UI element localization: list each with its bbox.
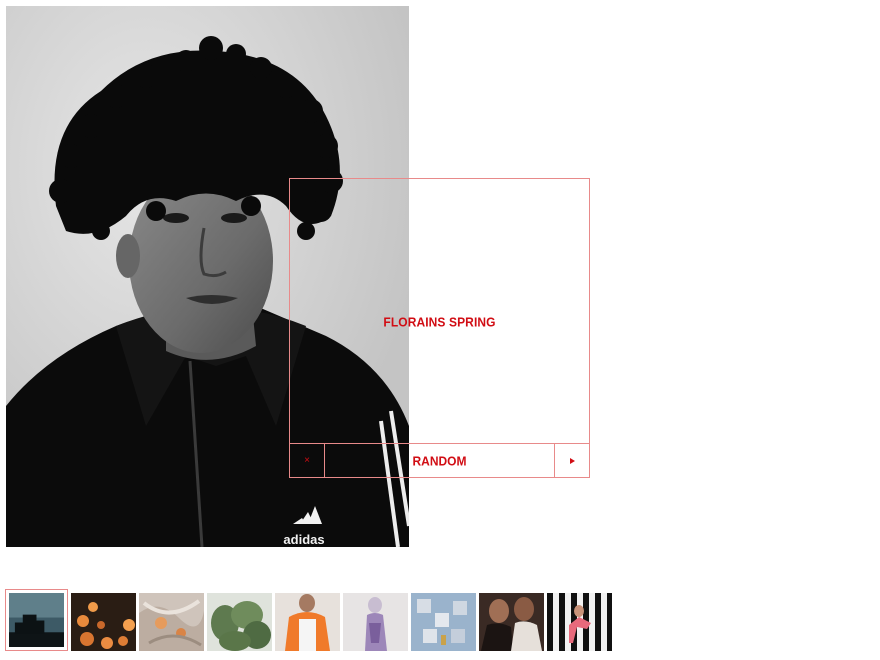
thumb-orange-jacket[interactable]: [275, 593, 340, 651]
thumb-plants[interactable]: [207, 593, 272, 651]
thumb-plastic-bags[interactable]: [139, 593, 204, 651]
random-button[interactable]: RANDOM: [325, 443, 554, 479]
adidas-wordmark: adidas: [283, 532, 324, 547]
thumb-architecture[interactable]: [411, 593, 476, 651]
stage: adidas FLORAINS SPRING × RANDOM: [0, 0, 880, 660]
info-card: FLORAINS SPRING × RANDOM: [289, 178, 590, 478]
close-button[interactable]: ×: [290, 444, 325, 477]
close-icon: ×: [304, 455, 310, 466]
thumb-orange-balls[interactable]: [71, 593, 136, 651]
thumb-dark-sculpture[interactable]: [5, 589, 68, 651]
thumb-portraits-duo[interactable]: [479, 593, 544, 651]
card-action-bar: × RANDOM: [289, 443, 590, 478]
next-button[interactable]: [554, 444, 589, 477]
thumb-lilac-figure[interactable]: [343, 593, 408, 651]
thumb-striped-dancer[interactable]: [547, 593, 612, 651]
play-triangle-icon: [569, 457, 575, 464]
thumbnail-strip: [5, 589, 612, 655]
card-title[interactable]: FLORAINS SPRING: [290, 314, 589, 329]
